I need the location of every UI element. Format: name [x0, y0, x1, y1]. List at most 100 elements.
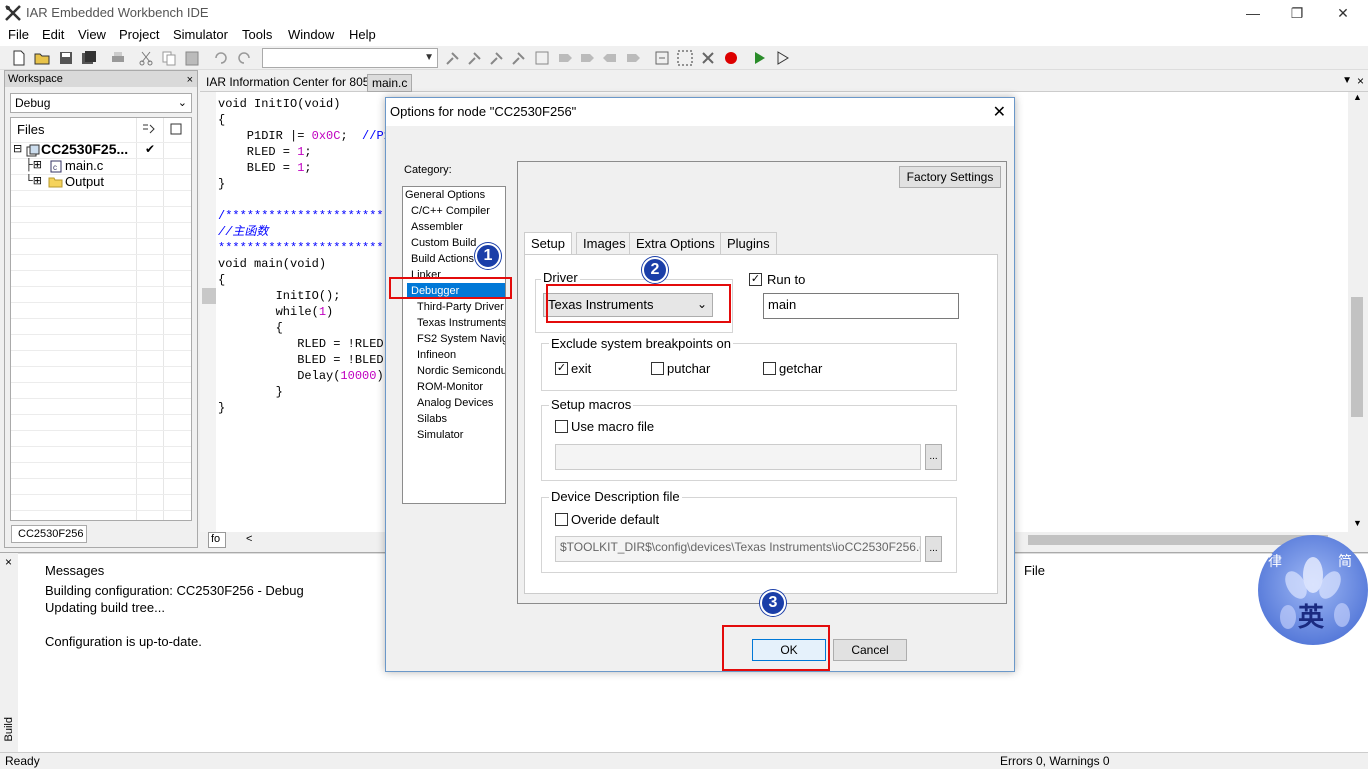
configuration-select[interactable]: Debug ⌄ [10, 93, 192, 113]
close-icon[interactable]: ✕ [993, 102, 1006, 122]
menu-window[interactable]: Window [288, 27, 334, 42]
scroll-left-icon[interactable]: < [246, 533, 252, 545]
expand-icon[interactable]: ├⊞ [25, 158, 42, 171]
category-assembler[interactable]: Assembler [411, 221, 463, 233]
scroll-up-icon[interactable]: ▲ [1353, 92, 1362, 102]
tab-images[interactable]: Images [576, 232, 633, 254]
menu-file[interactable]: File [8, 27, 29, 42]
exit-checkbox[interactable]: ✓ [555, 362, 568, 375]
function-navigator[interactable]: fo [208, 532, 226, 548]
category-third-party-driver[interactable]: Third-Party Driver [417, 301, 504, 313]
chevron-down-icon[interactable]: ▼ [1342, 75, 1352, 86]
save-all-icon[interactable] [80, 49, 98, 67]
make-icon[interactable] [676, 49, 694, 67]
run-to-label: Run to [767, 272, 806, 287]
find-next-icon[interactable] [466, 49, 484, 67]
override-default-label: Overide default [571, 512, 660, 527]
use-macro-file-checkbox[interactable] [555, 420, 568, 433]
copy-icon[interactable] [160, 49, 178, 67]
file-main-c[interactable]: main.c [65, 158, 103, 173]
category-texas-instruments[interactable]: Texas Instruments [417, 317, 505, 329]
folder-output[interactable]: Output [65, 174, 104, 189]
getchar-checkbox[interactable] [763, 362, 776, 375]
new-file-icon[interactable] [10, 49, 28, 67]
menu-project[interactable]: Project [119, 27, 159, 42]
category-silabs[interactable]: Silabs [417, 413, 447, 425]
debug-without-download-icon[interactable] [773, 49, 791, 67]
minimize-button[interactable]: — [1238, 3, 1268, 23]
close-icon[interactable]: × [5, 555, 12, 569]
category-build-actions[interactable]: Build Actions [411, 253, 474, 265]
prev-bookmark-icon[interactable] [601, 49, 619, 67]
run-to-input[interactable]: main [763, 293, 959, 319]
project-node[interactable]: CC2530F25... [41, 141, 128, 157]
factory-settings-button[interactable]: Factory Settings [899, 166, 1001, 188]
category-simulator[interactable]: Simulator [417, 429, 463, 441]
workspace-tab[interactable]: CC2530F256 [11, 525, 87, 543]
options-dialog: Options for node "CC2530F256" ✕ Category… [385, 97, 1015, 672]
build-tab[interactable]: Build [3, 717, 15, 741]
tab-plugins[interactable]: Plugins [720, 232, 777, 254]
find-icon[interactable] [444, 49, 462, 67]
browse-macro-button[interactable]: ... [925, 444, 942, 470]
code-line: } [218, 385, 283, 399]
category-compiler[interactable]: C/C++ Compiler [411, 205, 490, 217]
tab-setup[interactable]: Setup [524, 232, 572, 255]
use-macro-file-label: Use macro file [571, 419, 655, 434]
find-prev-icon[interactable] [488, 49, 506, 67]
tab-extra-options[interactable]: Extra Options [629, 232, 722, 254]
replace-icon[interactable] [510, 49, 528, 67]
category-general-options[interactable]: General Options [405, 189, 485, 201]
tab-main-c[interactable]: main.c [367, 74, 413, 92]
category-list[interactable]: General Options C/C++ Compiler Assembler… [402, 186, 506, 504]
tab-information-center[interactable]: IAR Information Center for 8051 [202, 74, 380, 92]
expand-icon[interactable]: └⊞ [25, 174, 42, 187]
cut-icon[interactable] [137, 49, 155, 67]
putchar-checkbox[interactable] [651, 362, 664, 375]
code-line: Delay(10000); [218, 369, 391, 383]
stop-build-icon[interactable] [699, 49, 717, 67]
menu-simulator[interactable]: Simulator [173, 27, 228, 42]
category-rom-monitor[interactable]: ROM-Monitor [417, 381, 483, 393]
cancel-button[interactable]: Cancel [833, 639, 907, 661]
scroll-down-icon[interactable]: ▼ [1353, 518, 1362, 528]
save-icon[interactable] [57, 49, 75, 67]
ddf-path-input[interactable]: $TOOLKIT_DIR$\config\devices\Texas Instr… [555, 536, 921, 562]
next-bookmark-icon[interactable] [578, 49, 596, 67]
undo-icon[interactable] [212, 49, 230, 67]
macro-file-input[interactable] [555, 444, 921, 470]
find-combo[interactable]: ▼ [262, 48, 438, 68]
checkmark-icon: ✔ [145, 142, 156, 156]
category-custom-build[interactable]: Custom Build [411, 237, 476, 249]
menu-tools[interactable]: Tools [242, 27, 272, 42]
print-icon[interactable] [109, 49, 127, 67]
goto-icon[interactable] [533, 49, 551, 67]
run-to-checkbox[interactable]: ✓ [749, 273, 762, 286]
paste-icon[interactable] [183, 49, 201, 67]
menu-edit[interactable]: Edit [42, 27, 64, 42]
breakpoint-icon[interactable] [722, 49, 740, 67]
restore-button[interactable]: ❐ [1282, 3, 1312, 23]
navigate-icon[interactable] [624, 49, 642, 67]
category-fs2[interactable]: FS2 System Naviga [417, 333, 505, 345]
browse-ddf-button[interactable]: ... [925, 536, 942, 562]
category-analog-devices[interactable]: Analog Devices [417, 397, 493, 409]
compile-icon[interactable] [653, 49, 671, 67]
bookmark-icon[interactable] [556, 49, 574, 67]
override-default-checkbox[interactable] [555, 513, 568, 526]
device-description-label: Device Description file [549, 489, 682, 504]
open-folder-icon[interactable] [33, 49, 51, 67]
close-window-button[interactable]: ✕ [1328, 3, 1358, 23]
close-icon[interactable]: × [187, 72, 193, 88]
toolbar: ▼ [0, 46, 1368, 70]
category-nordic[interactable]: Nordic Semiconduc [417, 365, 505, 377]
collapse-icon[interactable]: ⊟ [13, 142, 22, 155]
download-debug-icon[interactable] [750, 49, 768, 67]
redo-icon[interactable] [235, 49, 253, 67]
editor-vertical-scrollbar[interactable]: ▲ ▼ [1348, 92, 1366, 532]
close-icon[interactable]: × [1357, 74, 1364, 88]
category-infineon[interactable]: Infineon [417, 349, 456, 361]
menu-help[interactable]: Help [349, 27, 376, 42]
driver-label: Driver [541, 270, 580, 285]
menu-view[interactable]: View [78, 27, 106, 42]
